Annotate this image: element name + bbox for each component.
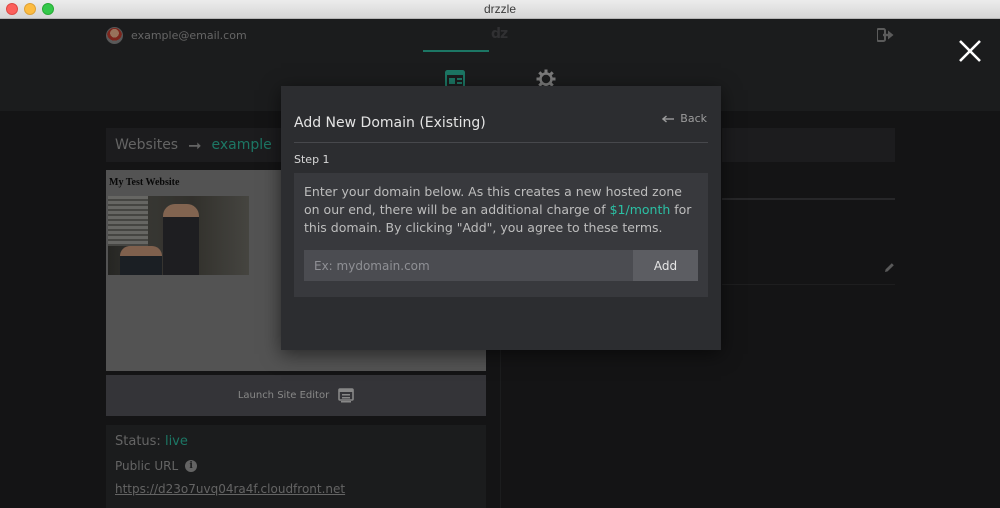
back-button[interactable]: Back [662, 112, 707, 125]
modal-title: Add New Domain (Existing) [294, 115, 486, 131]
price-highlight: $1/month [609, 202, 671, 217]
modal-divider [294, 142, 708, 143]
step-box: Enter your domain below. As this creates… [294, 173, 708, 297]
domain-instructions: Enter your domain below. As this creates… [304, 183, 700, 237]
window-title: drzzle [483, 2, 516, 16]
window-titlebar: drzzle [0, 0, 1000, 19]
close-icon[interactable] [957, 38, 983, 64]
back-label: Back [680, 112, 707, 125]
step-label: Step 1 [294, 153, 330, 166]
add-domain-modal: Add New Domain (Existing) Back Step 1 En… [281, 86, 721, 350]
back-arrow-icon [662, 114, 675, 123]
add-domain-button[interactable]: Add [633, 250, 698, 281]
domain-input[interactable] [304, 250, 633, 281]
